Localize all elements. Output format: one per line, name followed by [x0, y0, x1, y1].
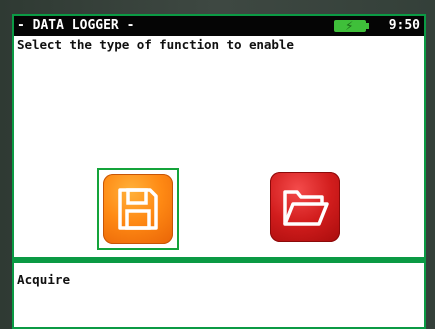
instruction-text: Select the type of function to enable [17, 37, 294, 52]
lightning-bolt-icon: ⚡ [345, 19, 354, 33]
title-bar: - DATA LOGGER - ⚡ 9:50 [14, 16, 424, 36]
acquire-button[interactable] [97, 168, 179, 250]
clock: 9:50 [388, 18, 420, 33]
open-folder-tile [270, 172, 340, 242]
device-bezel: - DATA LOGGER - ⚡ 9:50 Select the type o… [0, 0, 435, 329]
floppy-disk-save-icon [118, 188, 158, 230]
battery-charging-icon: ⚡ [334, 19, 369, 33]
function-selection-panel: Select the type of function to enable [14, 36, 424, 257]
folder-open-icon [283, 190, 329, 226]
selected-function-label: Acquire [17, 272, 71, 287]
acquire-tile [103, 174, 173, 244]
lcd-screen: - DATA LOGGER - ⚡ 9:50 Select the type o… [12, 14, 426, 329]
status-panel: Acquire [14, 263, 424, 327]
app-title: - DATA LOGGER - [17, 18, 135, 33]
open-folder-button[interactable] [266, 168, 344, 246]
